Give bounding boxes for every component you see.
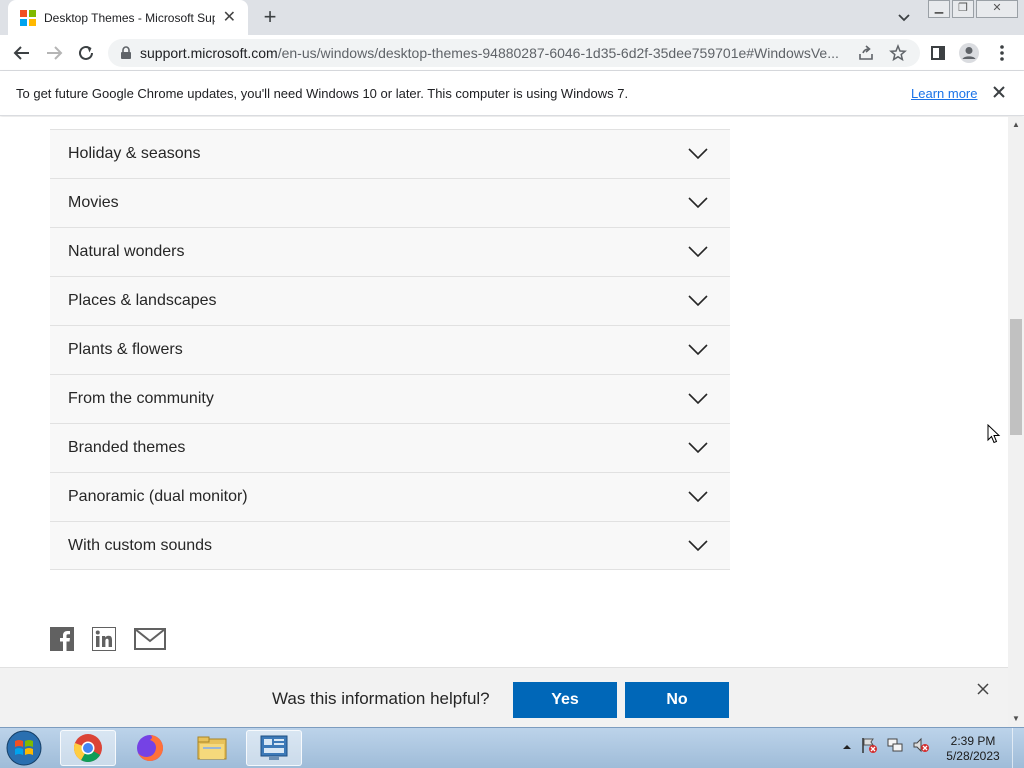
start-button[interactable] (4, 730, 44, 766)
new-tab-button[interactable]: + (258, 5, 282, 29)
tab-strip: Desktop Themes - Microsoft Sup ✕ + ▁ ❐ ✕ (0, 0, 1024, 35)
url-text: support.microsoft.com/en-us/windows/desk… (140, 45, 852, 61)
mouse-cursor-icon (987, 424, 1001, 444)
taskbar-file-explorer[interactable] (184, 730, 240, 766)
tab-close-icon[interactable]: ✕ (221, 9, 238, 27)
feedback-question: Was this information helpful? (272, 689, 490, 708)
url-host: support.microsoft.com (140, 45, 278, 61)
chevron-down-icon (688, 539, 708, 551)
accordion-label: With custom sounds (68, 536, 213, 554)
forward-arrow-icon (47, 46, 63, 60)
chevron-down-icon (688, 393, 708, 405)
accordion-label: Places & landscapes (68, 292, 217, 309)
tab-title: Desktop Themes - Microsoft Sup (44, 10, 215, 25)
close-window-button[interactable]: ✕ (976, 0, 1018, 18)
chrome-update-infobar: To get future Google Chrome updates, you… (0, 71, 1024, 116)
chevron-down-icon (688, 344, 708, 356)
accordion-label: Holiday & seasons (68, 145, 201, 162)
show-desktop-button[interactable] (1012, 728, 1024, 768)
accordion-label: Natural wonders (68, 243, 185, 260)
scroll-down-arrow-icon[interactable]: ▼ (1008, 711, 1024, 727)
profile-button[interactable] (957, 41, 981, 65)
feedback-bar: Was this information helpful? Yes No (0, 667, 1008, 727)
accordion-label: From the community (68, 390, 214, 407)
accordion-item-movies[interactable]: Movies (50, 178, 730, 227)
show-hidden-icons-icon[interactable] (842, 739, 852, 757)
address-bar[interactable]: support.microsoft.com/en-us/windows/desk… (108, 39, 920, 67)
page-scrollbar[interactable]: ▲ ▼ (1008, 117, 1024, 727)
chevron-down-icon (688, 295, 708, 307)
accordion-label: Panoramic (dual monitor) (68, 488, 248, 505)
more-vert-icon (1000, 45, 1004, 61)
windows-taskbar: 2:39 PM 5/28/2023 (0, 727, 1024, 768)
back-button[interactable] (10, 41, 34, 65)
file-explorer-icon (197, 736, 227, 760)
action-center-flag-icon[interactable] (860, 736, 878, 759)
themes-accordion: Holiday & seasons Movies Natural wonders… (50, 129, 730, 570)
accordion-item-natural-wonders[interactable]: Natural wonders (50, 227, 730, 276)
accordion-item-places-landscapes[interactable]: Places & landscapes (50, 276, 730, 325)
chrome-menu-button[interactable] (990, 41, 1014, 65)
taskbar-firefox[interactable] (122, 730, 178, 766)
scroll-up-arrow-icon[interactable]: ▲ (1008, 117, 1024, 133)
clock-date: 5/28/2023 (946, 749, 1000, 763)
volume-muted-icon[interactable] (912, 736, 930, 759)
reload-icon (79, 45, 93, 60)
clock-time: 2:39 PM (950, 734, 996, 748)
browser-tab[interactable]: Desktop Themes - Microsoft Sup ✕ (8, 0, 248, 35)
linkedin-icon[interactable] (92, 627, 116, 651)
control-panel-icon (260, 735, 288, 760)
infobar-close-icon[interactable] (990, 83, 1008, 101)
feedback-no-button[interactable]: No (625, 682, 729, 718)
system-clock[interactable]: 2:39 PM 5/28/2023 (940, 734, 1006, 764)
network-icon[interactable] (886, 736, 904, 759)
chevron-down-icon (688, 197, 708, 209)
profile-avatar-icon (959, 43, 979, 63)
chevron-down-icon (688, 148, 708, 160)
url-path: /en-us/windows/desktop-themes-94880287-6… (277, 45, 839, 61)
chrome-icon (73, 734, 102, 762)
feedback-close-icon[interactable] (976, 682, 990, 696)
reload-button[interactable] (74, 41, 98, 65)
page-viewport: Holiday & seasons Movies Natural wonders… (0, 117, 1008, 727)
accordion-item-branded-themes[interactable]: Branded themes (50, 423, 730, 472)
minimize-window-button[interactable]: ▁ (928, 0, 950, 18)
windows-start-orb-icon (6, 730, 42, 766)
lock-icon (121, 46, 131, 59)
system-tray (842, 736, 938, 759)
share-icon (859, 45, 873, 60)
taskbar-chrome[interactable] (60, 730, 116, 766)
accordion-label: Plants & flowers (68, 341, 183, 358)
side-panel-icon (931, 46, 945, 60)
restore-window-button[interactable]: ❐ (952, 0, 974, 18)
infobar-message: To get future Google Chrome updates, you… (16, 86, 629, 101)
taskbar-control-panel[interactable] (246, 730, 302, 766)
browser-toolbar: support.microsoft.com/en-us/windows/desk… (0, 35, 1024, 71)
accordion-item-holiday-seasons[interactable]: Holiday & seasons (50, 129, 730, 178)
firefox-icon (137, 735, 163, 761)
scrollbar-thumb[interactable] (1010, 319, 1022, 435)
accordion-item-from-the-community[interactable]: From the community (50, 374, 730, 423)
accordion-item-with-custom-sounds[interactable]: With custom sounds (50, 521, 730, 570)
tab-search-chevron-icon[interactable] (894, 7, 914, 27)
microsoft-favicon-icon (20, 9, 36, 26)
facebook-icon[interactable] (50, 627, 74, 651)
accordion-item-panoramic[interactable]: Panoramic (dual monitor) (50, 472, 730, 521)
forward-button[interactable] (42, 41, 66, 65)
chevron-down-icon (688, 246, 708, 258)
chevron-down-icon (688, 442, 708, 454)
accordion-label: Movies (68, 194, 119, 211)
bookmark-button[interactable] (886, 41, 910, 65)
back-arrow-icon (13, 46, 29, 60)
feedback-yes-button[interactable]: Yes (513, 682, 617, 718)
email-icon[interactable] (134, 628, 166, 650)
share-page-button[interactable] (854, 41, 878, 65)
learn-more-link[interactable]: Learn more (911, 86, 977, 101)
accordion-item-plants-flowers[interactable]: Plants & flowers (50, 325, 730, 374)
side-panel-button[interactable] (926, 41, 950, 65)
accordion-label: Branded themes (68, 439, 186, 456)
star-icon (889, 44, 907, 62)
chevron-down-icon (688, 491, 708, 503)
share-links (50, 627, 184, 651)
